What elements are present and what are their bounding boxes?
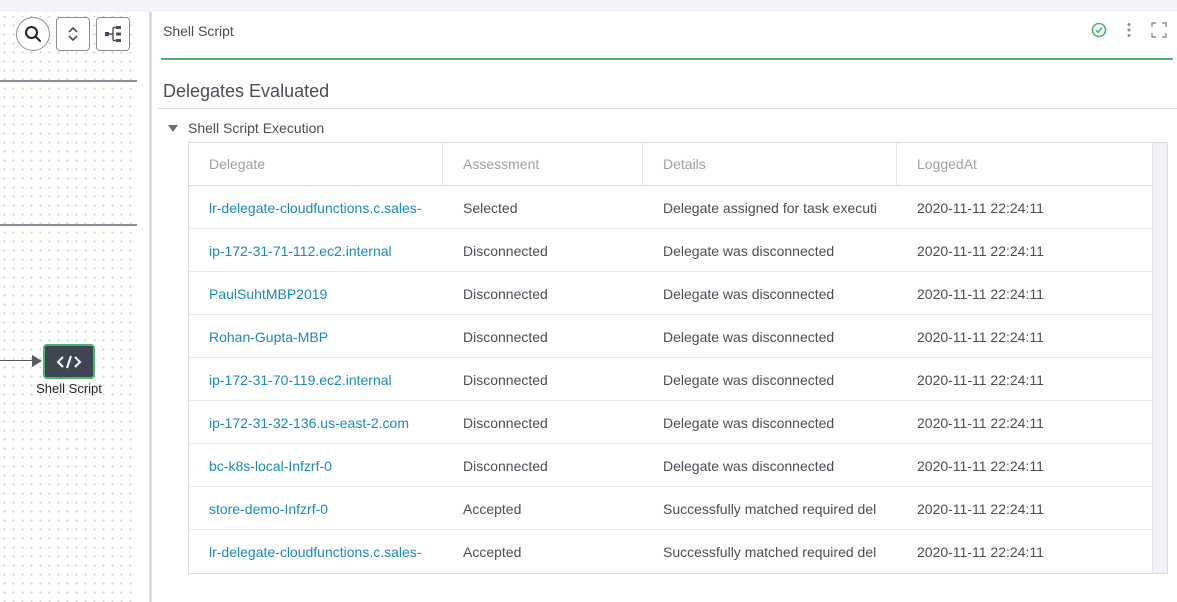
delegate-link[interactable]: bc-k8s-local-Infzrf-0 [189, 444, 443, 486]
delegate-link[interactable]: ip-172-31-32-136.us-east-2.com [189, 401, 443, 443]
loggedat-cell: 2020-11-11 22:24:11 [917, 415, 1044, 431]
pipeline-canvas[interactable]: Shell Script [0, 12, 137, 602]
loggedat-cell: 2020-11-11 22:24:11 [917, 286, 1044, 302]
details-cell: Successfully matched required del [663, 544, 877, 560]
node-label: Shell Script [36, 381, 102, 396]
details-cell: Delegate was disconnected [663, 415, 835, 431]
details-panel: Shell Script Delegates Evaluated Shell S… [152, 12, 1177, 602]
loggedat-cell: 2020-11-11 22:24:11 [917, 372, 1044, 388]
details-cell: Delegate was disconnected [663, 286, 835, 302]
panel-actions [1091, 21, 1167, 39]
stage-boundary-line [0, 224, 137, 226]
table-row: bc-k8s-local-Infzrf-0 Disconnected Deleg… [189, 444, 1152, 487]
table-scrollbar[interactable] [1152, 143, 1167, 573]
column-header-assessment[interactable]: Assessment [443, 143, 643, 185]
details-cell: Delegate was disconnected [663, 458, 835, 474]
assessment-cell: Disconnected [463, 372, 548, 388]
table-row: lr-delegate-cloudfunctions.c.sales- Acce… [189, 530, 1152, 573]
section-title: Delegates Evaluated [163, 81, 330, 101]
success-check-icon [1091, 21, 1107, 39]
assessment-cell: Accepted [463, 544, 522, 560]
assessment-cell: Disconnected [463, 415, 548, 431]
details-cell: Delegate was disconnected [663, 329, 835, 345]
details-cell: Delegate was disconnected [663, 372, 835, 388]
layout-button[interactable] [96, 17, 130, 51]
search-button[interactable] [16, 17, 50, 51]
delegate-link[interactable]: Rohan-Gupta-MBP [189, 315, 443, 357]
table-row: ip-172-31-71-112.ec2.internal Disconnect… [189, 229, 1152, 272]
loggedat-cell: 2020-11-11 22:24:11 [917, 243, 1044, 259]
column-header-delegate[interactable]: Delegate [189, 143, 443, 185]
table-row: Rohan-Gupta-MBP Disconnected Delegate wa… [189, 315, 1152, 358]
assessment-cell: Accepted [463, 501, 522, 517]
delegate-link[interactable]: ip-172-31-71-112.ec2.internal [189, 229, 443, 271]
caret-down-icon [168, 124, 178, 132]
delegate-link[interactable]: lr-delegate-cloudfunctions.c.sales- [189, 530, 443, 573]
assessment-cell: Disconnected [463, 286, 548, 302]
fullscreen-icon[interactable] [1151, 21, 1167, 39]
table-row: store-demo-Infzrf-0 Accepted Successfull… [189, 487, 1152, 530]
panel-title: Shell Script [163, 23, 234, 39]
assessment-cell: Disconnected [463, 329, 548, 345]
status-rule [161, 58, 1173, 60]
delegates-table: Delegate Assessment Details LoggedAt lr-… [188, 142, 1168, 574]
stage-boundary-line [0, 80, 137, 82]
details-cell: Delegate was disconnected [663, 243, 835, 259]
delegate-link[interactable]: PaulSuhtMBP2019 [189, 272, 443, 314]
arrow-icon [32, 355, 42, 367]
column-header-details[interactable]: Details [643, 143, 897, 185]
top-strip [0, 0, 1177, 12]
delegate-link[interactable]: lr-delegate-cloudfunctions.c.sales- [189, 186, 443, 228]
delegate-link[interactable]: store-demo-Infzrf-0 [189, 487, 443, 529]
group-toggle[interactable]: Shell Script Execution [168, 120, 324, 136]
table-row: PaulSuhtMBP2019 Disconnected Delegate wa… [189, 272, 1152, 315]
table-header: Delegate Assessment Details LoggedAt [189, 143, 1152, 186]
code-icon [56, 355, 82, 368]
expand-collapse-button[interactable] [56, 17, 90, 51]
table-row: ip-172-31-70-119.ec2.internal Disconnect… [189, 358, 1152, 401]
table-row: ip-172-31-32-136.us-east-2.com Disconnec… [189, 401, 1152, 444]
loggedat-cell: 2020-11-11 22:24:11 [917, 458, 1044, 474]
tree-layout-icon [105, 26, 121, 42]
more-vertical-icon[interactable] [1121, 21, 1137, 39]
table-body: lr-delegate-cloudfunctions.c.sales- Sele… [189, 186, 1167, 573]
search-icon [25, 26, 41, 42]
section-divider [158, 108, 1177, 109]
column-header-loggedat[interactable]: LoggedAt [897, 143, 1152, 185]
chevron-up-down-icon [68, 26, 78, 42]
loggedat-cell: 2020-11-11 22:24:11 [917, 200, 1044, 216]
loggedat-cell: 2020-11-11 22:24:11 [917, 544, 1044, 560]
table-row: lr-delegate-cloudfunctions.c.sales- Sele… [189, 186, 1152, 229]
shell-script-node[interactable] [43, 344, 95, 379]
details-cell: Delegate assigned for task executi [663, 200, 878, 216]
loggedat-cell: 2020-11-11 22:24:11 [917, 329, 1044, 345]
loggedat-cell: 2020-11-11 22:24:11 [917, 501, 1044, 517]
assessment-cell: Disconnected [463, 243, 548, 259]
assessment-cell: Disconnected [463, 458, 548, 474]
delegate-link[interactable]: ip-172-31-70-119.ec2.internal [189, 358, 443, 400]
pipeline-edge [0, 360, 34, 361]
details-cell: Successfully matched required del [663, 501, 877, 517]
group-label: Shell Script Execution [188, 120, 325, 136]
assessment-cell: Selected [463, 200, 518, 216]
